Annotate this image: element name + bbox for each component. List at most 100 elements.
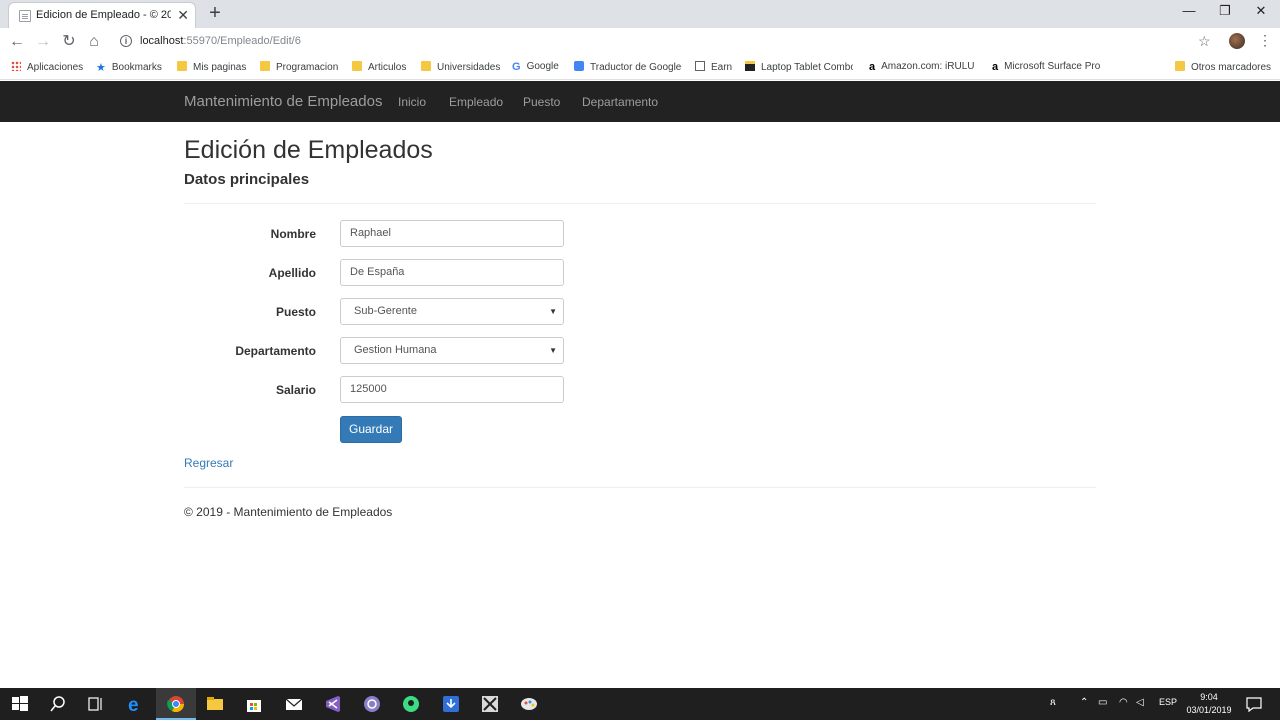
reload-icon[interactable]: ↻: [60, 33, 78, 51]
browser-tabstrip: Edicion de Empleado - © 2019 - ✕ + — ❐ ✕: [0, 0, 1280, 28]
browser-tab[interactable]: Edicion de Empleado - © 2019 - ✕: [8, 2, 196, 28]
briefcase-icon: [745, 61, 755, 71]
departamento-label: Departamento: [235, 344, 316, 358]
paint-icon[interactable]: [519, 694, 539, 714]
bookmark-universidades[interactable]: Universidades: [421, 61, 500, 73]
apellido-label: Apellido: [268, 266, 316, 280]
bookmark-mis-paginas[interactable]: Mis paginas: [177, 61, 246, 73]
footer-divider: [184, 487, 1096, 488]
task-view-icon[interactable]: [86, 694, 106, 714]
bookmark-articulos[interactable]: Articulos: [352, 61, 406, 73]
amazon-icon: a: [992, 61, 999, 73]
puesto-selected-value: Sub-Gerente: [354, 305, 417, 317]
apellido-input[interactable]: De España: [340, 259, 564, 286]
close-tab-icon[interactable]: ✕: [177, 7, 189, 23]
home-icon[interactable]: ⌂: [85, 33, 103, 51]
windows-start-icon[interactable]: [10, 694, 30, 714]
language-indicator[interactable]: ESP: [1159, 697, 1177, 707]
translate-icon: [574, 61, 584, 71]
bookmark-laptop[interactable]: Laptop Tablet Combo: [745, 61, 853, 73]
chrome-icon[interactable]: [166, 694, 186, 714]
visual-studio-icon[interactable]: [323, 694, 343, 714]
close-window-icon[interactable]: ✕: [1246, 3, 1276, 19]
tab-title: Edicion de Empleado - © 2019 -: [36, 9, 171, 21]
nav-link-departamento[interactable]: Departamento: [582, 95, 658, 109]
salario-input[interactable]: 125000: [340, 376, 564, 403]
folder-icon: [1175, 61, 1185, 71]
minimize-icon[interactable]: —: [1174, 3, 1204, 18]
bookmark-traductor[interactable]: Traductor de Google: [574, 61, 681, 73]
taskbar: e ጸ ⌃ ▭ ◠ ◁ ESP 9:04 03/01/2019: [0, 688, 1280, 720]
footer-text: © 2019 - Mantenimiento de Empleados: [184, 505, 393, 519]
store-icon[interactable]: [244, 694, 264, 714]
url-text: localhost:55970/Empleado/Edit/6: [140, 35, 301, 47]
puesto-select[interactable]: Sub-Gerente ▼: [340, 298, 564, 325]
bookmark-star-icon[interactable]: ☆: [1198, 33, 1211, 50]
download-app-icon[interactable]: [441, 694, 461, 714]
nav-link-puesto[interactable]: Puesto: [523, 95, 560, 109]
amazon-icon: a: [869, 61, 876, 73]
salario-label: Salario: [275, 383, 316, 397]
bookmark-otros[interactable]: Otros marcadores: [1175, 61, 1271, 73]
chevron-down-icon: ▼: [549, 346, 557, 355]
nav-link-inicio[interactable]: Inicio: [398, 95, 426, 109]
chevron-up-icon[interactable]: ⌃: [1080, 697, 1088, 708]
google-icon: G: [512, 61, 521, 73]
bookmark-bookmarks[interactable]: ★ Bookmarks: [96, 61, 162, 74]
forward-arrow-icon[interactable]: →: [34, 33, 52, 51]
bookmark-earn[interactable]: Earn: [695, 61, 732, 73]
restore-icon[interactable]: ❐: [1210, 3, 1240, 19]
svg-text:e: e: [128, 695, 139, 714]
edge-icon[interactable]: e: [126, 694, 146, 714]
guardar-button[interactable]: Guardar: [340, 416, 402, 443]
bookmark-amazon[interactable]: a Amazon.com: iRULU: [869, 61, 976, 73]
departamento-select[interactable]: Gestion Humana ▼: [340, 337, 564, 364]
new-tab-icon[interactable]: +: [205, 3, 225, 24]
apps-icon: [11, 61, 21, 71]
more-menu-icon[interactable]: ⋮: [1258, 32, 1272, 49]
document-icon: [695, 61, 705, 71]
tools-icon[interactable]: [480, 694, 500, 714]
departamento-selected-value: Gestion Humana: [354, 344, 437, 356]
bookmark-programacion[interactable]: Programacion: [260, 61, 338, 73]
avatar[interactable]: [1229, 33, 1245, 49]
regresar-link[interactable]: Regresar: [184, 456, 233, 470]
app-navbar: Mantenimiento de Empleados Inicio Emplea…: [0, 81, 1280, 122]
file-explorer-icon[interactable]: [205, 694, 225, 714]
browser-toolbar: ← → ↻ ⌂ i localhost:55970/Empleado/Edit/…: [0, 28, 1280, 56]
navbar-brand[interactable]: Mantenimiento de Empleados: [184, 93, 382, 110]
chevron-down-icon: ▼: [549, 307, 557, 316]
page-favicon-icon: [19, 10, 31, 22]
android-studio-icon[interactable]: [401, 694, 421, 714]
nombre-label: Nombre: [270, 227, 316, 241]
folder-icon: [421, 61, 431, 71]
divider: [184, 203, 1096, 204]
page-subtitle: Datos principales: [184, 171, 310, 188]
people-icon[interactable]: ጸ: [1050, 697, 1056, 708]
clock-time: 9:04: [1200, 692, 1218, 702]
bookmark-surface[interactable]: a Microsoft Surface Pro: [992, 61, 1100, 73]
torrent-icon[interactable]: [362, 694, 382, 714]
notifications-icon[interactable]: [1244, 694, 1264, 714]
bookmark-aplicaciones[interactable]: Aplicaciones: [11, 61, 83, 73]
folder-icon: [177, 61, 187, 71]
clock-date: 03/01/2019: [1186, 705, 1232, 715]
page-title: Edición de Empleados: [184, 136, 433, 164]
nav-link-empleado[interactable]: Empleado: [449, 95, 503, 109]
volume-icon[interactable]: ◁: [1136, 697, 1144, 708]
mail-icon[interactable]: [284, 694, 304, 714]
star-icon: ★: [96, 62, 106, 74]
bookmark-google[interactable]: G Google: [512, 61, 559, 73]
nombre-input[interactable]: Raphael: [340, 220, 564, 247]
address-bar[interactable]: i localhost:55970/Empleado/Edit/6: [112, 30, 1224, 54]
bookmarks-bar: Aplicaciones ★ Bookmarks Mis paginas Prog…: [0, 56, 1280, 80]
puesto-label: Puesto: [275, 305, 316, 319]
back-arrow-icon[interactable]: ←: [8, 33, 26, 51]
taskbar-clock[interactable]: 9:04 03/01/2019: [1184, 691, 1234, 717]
search-icon[interactable]: [48, 694, 68, 714]
battery-icon[interactable]: ▭: [1098, 697, 1107, 708]
folder-icon: [260, 61, 270, 71]
info-icon[interactable]: i: [120, 35, 132, 47]
folder-icon: [352, 61, 362, 71]
wifi-icon[interactable]: ◠: [1119, 697, 1128, 708]
